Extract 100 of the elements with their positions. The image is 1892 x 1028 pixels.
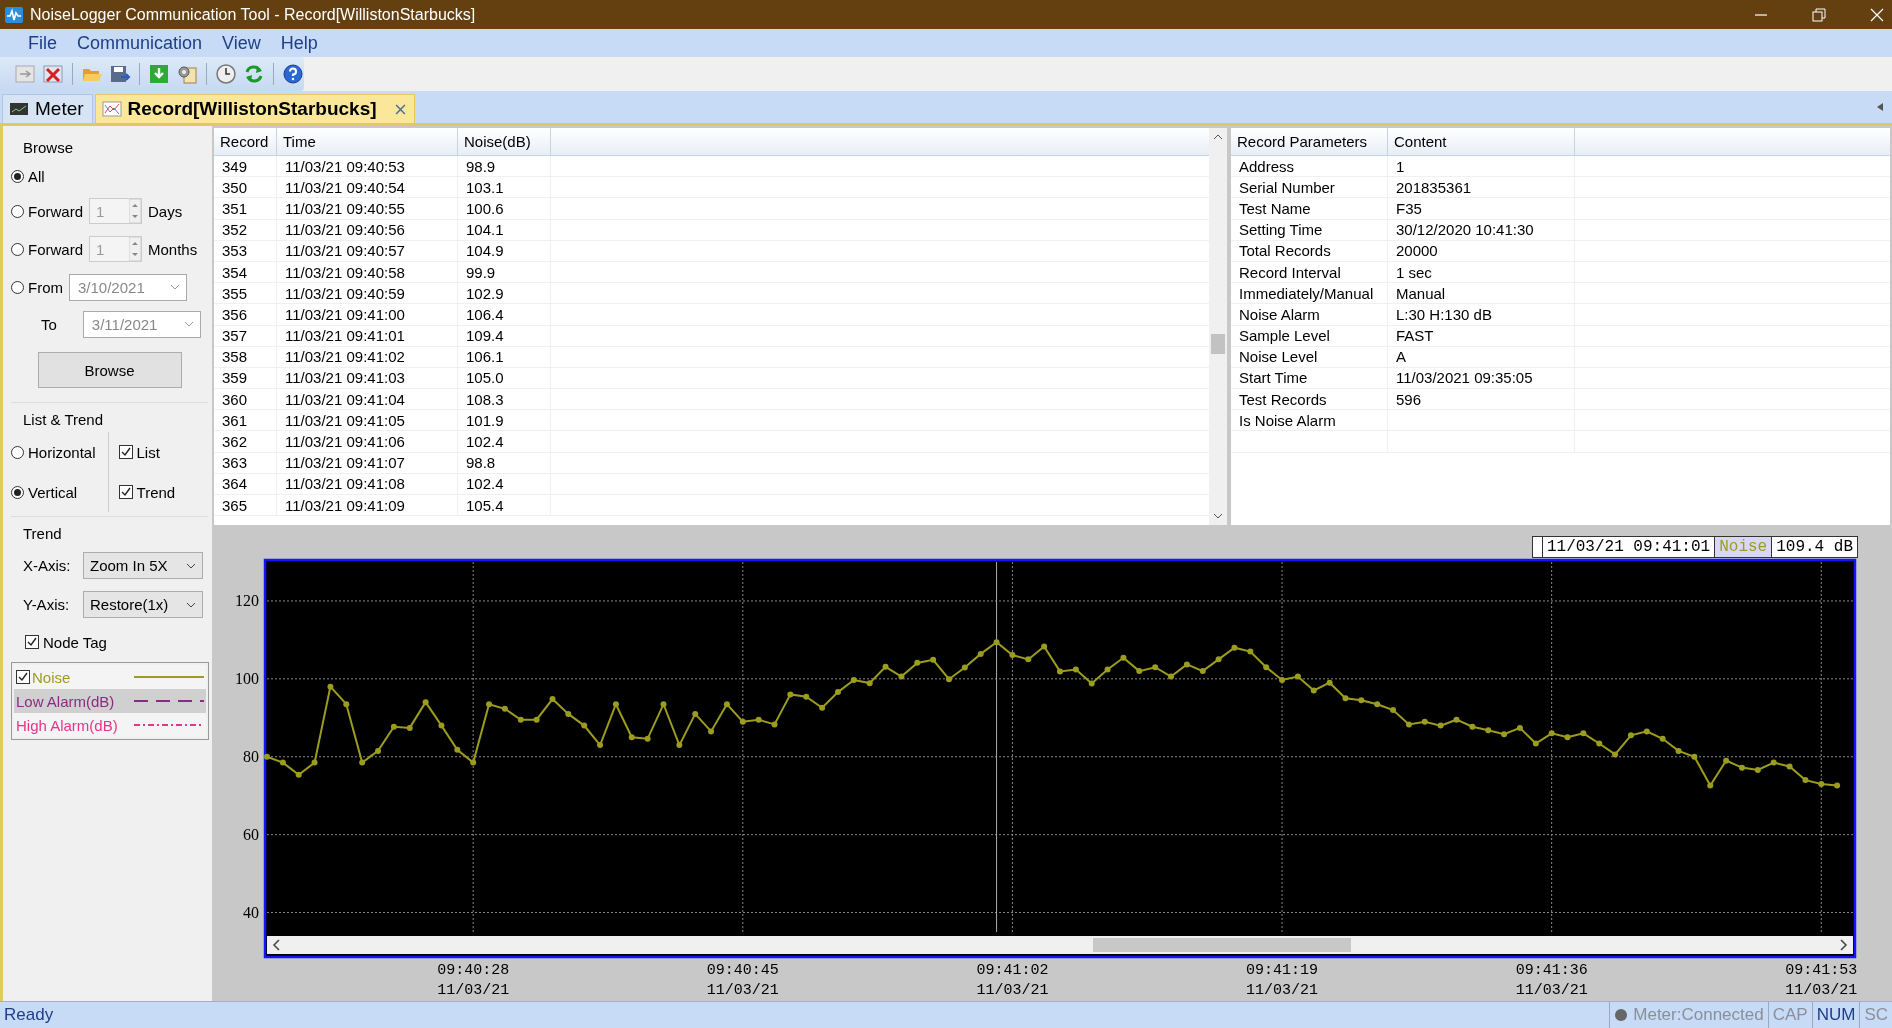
table-cell: Start Time (1231, 367, 1388, 389)
table-cell: 361 (214, 410, 277, 431)
table-cell: 11/03/21 09:41:08 (277, 473, 458, 494)
waveform-icon (4, 4, 24, 25)
column-header[interactable]: Content (1388, 128, 1575, 155)
help-icon[interactable] (282, 63, 304, 85)
dropdown[interactable]: Zoom In 5X (83, 552, 203, 579)
table-cell: 11/03/21 09:41:06 (277, 431, 458, 452)
legend-label: Low Alarm(dB) (16, 692, 115, 710)
scroll-thumb[interactable] (1211, 333, 1225, 354)
chevron-up-icon[interactable] (1213, 134, 1223, 140)
radio-button[interactable]: From (11, 278, 63, 296)
radio-button[interactable]: Forward (11, 240, 83, 258)
data-point (1405, 721, 1412, 728)
menu-item[interactable]: Help (270, 32, 328, 54)
field-label: To (41, 315, 57, 333)
data-point (1183, 661, 1190, 668)
date-field[interactable]: 3/11/2021 (82, 310, 201, 338)
radio-button[interactable]: All (11, 167, 45, 185)
table-cell: 11/03/21 09:41:01 (277, 325, 458, 346)
radio-button[interactable]: Vertical (11, 483, 78, 501)
table-cell: 364 (214, 473, 277, 494)
x-tick-label: 09:41:19 (1246, 962, 1319, 979)
checkbox[interactable]: List (118, 443, 160, 461)
data-point (1770, 759, 1777, 766)
data-point (1215, 656, 1222, 663)
table-cell: 104.1 (458, 219, 551, 240)
data-point (1263, 664, 1270, 671)
table-cell: 11/03/21 09:41:07 (277, 452, 458, 473)
radio-button[interactable]: Horizontal (11, 443, 96, 461)
triangle-left-icon[interactable] (1876, 102, 1884, 112)
data-point (1675, 747, 1682, 754)
restore-icon[interactable] (1812, 7, 1826, 22)
chevron-down-icon[interactable] (186, 562, 196, 569)
data-point (1786, 763, 1793, 770)
data-point (755, 716, 762, 723)
table-cell: 11/03/21 09:41:02 (277, 346, 458, 367)
spin-arrows-icon[interactable] (129, 237, 141, 261)
date-field[interactable]: 3/10/2021 (69, 273, 187, 301)
column-header[interactable]: Time (277, 128, 458, 155)
cursor-line[interactable] (996, 561, 998, 933)
table-cell: 30/12/2020 10:41:30 (1388, 219, 1575, 240)
checkbox[interactable] (16, 670, 30, 684)
column-header[interactable]: Record Parameters (1231, 128, 1388, 155)
close-icon[interactable] (394, 103, 406, 115)
data-point (1802, 777, 1809, 784)
y-tick-label: 80 (243, 747, 259, 765)
data-point (1501, 731, 1508, 738)
menu-item[interactable]: Communication (67, 32, 213, 54)
data-point (375, 747, 381, 754)
data-point (1707, 782, 1714, 789)
data-point (1104, 666, 1111, 673)
checkbox[interactable]: Node Tag (25, 633, 107, 651)
tab[interactable]: Record[WillistonStarbucks] (94, 94, 415, 123)
table-cell: 1 sec (1388, 261, 1575, 283)
table-cell: 100.6 (458, 198, 551, 219)
legend-item[interactable]: High Alarm(dB) (14, 713, 206, 737)
data-point (644, 735, 651, 742)
scrollbar[interactable] (1209, 128, 1227, 525)
data-point (327, 683, 334, 690)
data-point (946, 676, 952, 683)
download-icon[interactable] (148, 63, 170, 85)
tab[interactable]: Meter (2, 94, 93, 123)
chevron-right-icon[interactable] (1840, 939, 1848, 951)
chevron-left-icon[interactable] (272, 939, 280, 951)
chevron-down-icon[interactable] (1213, 513, 1223, 519)
line-sample-icon (134, 675, 204, 679)
data-point (660, 701, 667, 708)
table-cell: 105.0 (458, 367, 551, 389)
gear-document-icon[interactable] (176, 63, 198, 85)
data-point (1231, 644, 1238, 651)
scroll-thumb[interactable] (1093, 938, 1351, 952)
browse-button[interactable]: Browse (37, 352, 182, 388)
column-header[interactable]: Record (214, 128, 277, 155)
checkbox[interactable]: Trend (118, 483, 176, 501)
menu-item[interactable]: File (18, 32, 67, 54)
legend-item[interactable]: Low Alarm(dB) (14, 689, 206, 713)
refresh-icon[interactable] (243, 63, 265, 85)
data-point (850, 677, 857, 683)
data-point (1818, 781, 1825, 787)
table-cell: 201835361 (1388, 177, 1575, 198)
table-cell: 99.9 (458, 261, 551, 283)
column-header[interactable]: Noise(dB) (458, 128, 551, 155)
table-cell: 102.9 (458, 283, 551, 304)
data-point (1374, 701, 1381, 708)
menu-item[interactable]: View (212, 32, 271, 54)
data-point (1548, 730, 1555, 737)
disconnect-icon[interactable] (42, 63, 64, 85)
table-cell: F35 (1388, 198, 1575, 219)
table-cell: 350 (214, 177, 277, 198)
data-point (1041, 643, 1048, 650)
data-point (1025, 656, 1032, 663)
data-point (438, 722, 445, 729)
clock-icon[interactable] (215, 63, 237, 85)
table-cell: 359 (214, 367, 277, 389)
spin-arrows-icon[interactable] (129, 199, 141, 223)
save-icon[interactable] (109, 63, 131, 85)
chevron-down-icon[interactable] (186, 601, 196, 608)
dropdown[interactable]: Restore(1x) (83, 591, 203, 618)
radio-button[interactable]: Forward (11, 202, 83, 220)
